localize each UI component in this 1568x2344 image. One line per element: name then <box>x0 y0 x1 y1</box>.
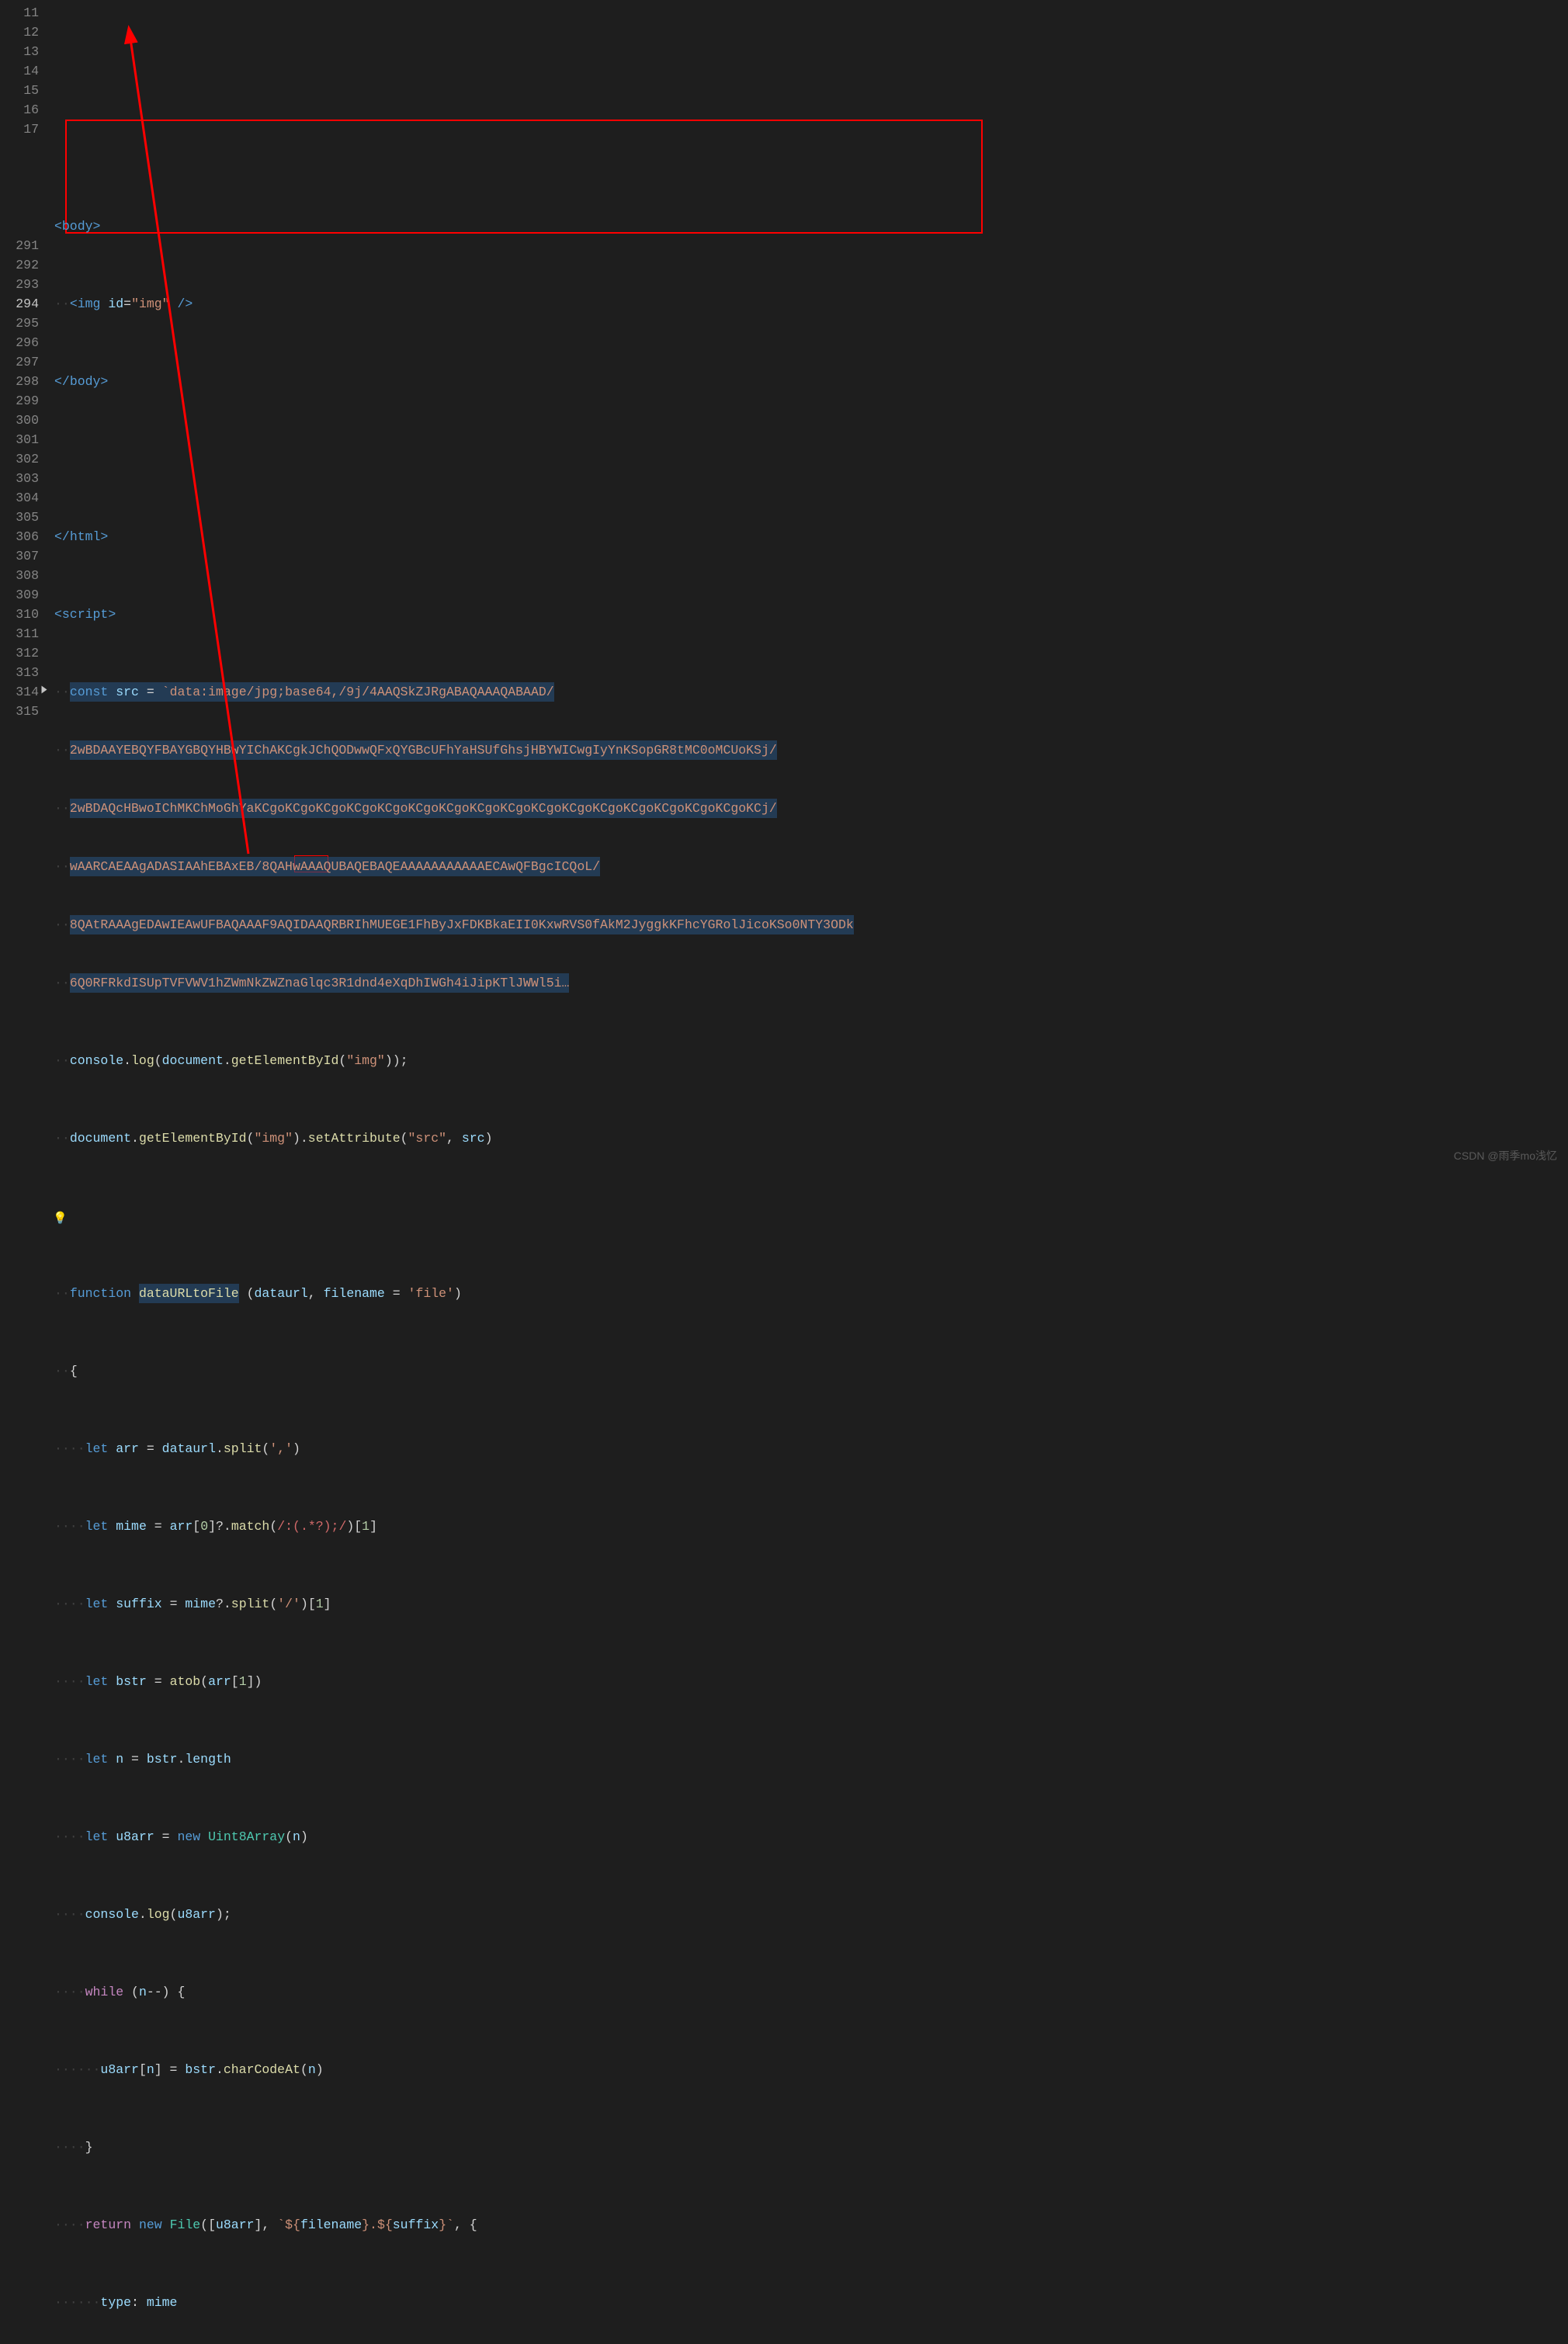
line-number: 291 <box>0 236 39 255</box>
line-number: 14 <box>0 61 39 81</box>
code-line[interactable] <box>54 449 1568 469</box>
line-number: 298 <box>0 372 39 391</box>
line-number-gutter: 11121314151617 29129229329429529629729829… <box>0 0 54 1172</box>
code-line[interactable]: </body> <box>54 372 1568 391</box>
line-number: 309 <box>0 585 39 605</box>
code-line[interactable]: ··2wBDAAYEBQYFBAYGBQYHBwYIChAKCgkJChQODw… <box>54 740 1568 760</box>
line-number: 303 <box>0 469 39 488</box>
code-line[interactable]: ··console.log(document.getElementById("i… <box>54 1051 1568 1070</box>
line-number: 297 <box>0 352 39 372</box>
line-number <box>0 217 39 236</box>
code-line[interactable]: ······type: mime <box>54 2293 1568 2312</box>
line-number: 310 <box>0 605 39 624</box>
line-number: 17 <box>0 120 39 139</box>
line-number: 313 <box>0 663 39 682</box>
fold-chevron-icon[interactable] <box>42 686 47 694</box>
line-number <box>0 139 39 158</box>
code-line[interactable]: ··wAARCAEAAgADASIAAhEBAxEB/8QAHwAAAQUBAQ… <box>54 857 1568 876</box>
line-number: 296 <box>0 333 39 352</box>
code-line[interactable]: <body> <box>54 217 1568 236</box>
line-number: 12 <box>0 23 39 42</box>
line-number: 300 <box>0 411 39 430</box>
code-line[interactable]: <script> <box>54 605 1568 624</box>
code-line[interactable]: ····let u8arr = new Uint8Array(n) <box>54 1827 1568 1846</box>
line-number: 306 <box>0 527 39 546</box>
line-number: 307 <box>0 546 39 566</box>
code-line[interactable]: ····let suffix = mime?.split('/')[1] <box>54 1594 1568 1614</box>
line-number: 292 <box>0 255 39 275</box>
line-number: 304 <box>0 488 39 508</box>
code-line[interactable]: ····let mime = arr[0]?.match(/:(.*?);/)[… <box>54 1517 1568 1536</box>
code-line[interactable]: ··{ <box>54 1361 1568 1381</box>
code-line[interactable]: ····console.log(u8arr); <box>54 1905 1568 1924</box>
code-line[interactable]: ····let bstr = atob(arr[1]) <box>54 1672 1568 1691</box>
line-number: 293 <box>0 275 39 294</box>
code-editor[interactable]: 11121314151617 29129229329429529629729829… <box>0 0 1568 1172</box>
code-line[interactable]: ····} <box>54 2138 1568 2157</box>
line-number: 295 <box>0 314 39 333</box>
line-number: 299 <box>0 391 39 411</box>
code-line[interactable]: ··function dataURLtoFile (dataurl, filen… <box>54 1284 1568 1303</box>
line-number: 16 <box>0 100 39 120</box>
code-line[interactable]: ····let arr = dataurl.split(',') <box>54 1439 1568 1458</box>
lightbulb-icon[interactable]: 💡 <box>53 1209 68 1229</box>
watermark: CSDN @雨季mo浅忆 <box>1454 1146 1557 1166</box>
code-area[interactable]: <body> ··<img id="img" /> </body> </html… <box>54 0 1568 1172</box>
code-line[interactable]: ····let n = bstr.length <box>54 1749 1568 1769</box>
line-number: 305 <box>0 508 39 527</box>
code-line[interactable]: ··8QAtRAAAgEDAwIEAwUFBAQAAAF9AQIDAAQRBRI… <box>54 915 1568 934</box>
code-line[interactable]: ··2wBDAQcHBwoIChMKChMoGhYaKCgoKCgoKCgoKC… <box>54 799 1568 818</box>
line-number: 312 <box>0 643 39 663</box>
line-number: 314 <box>0 682 39 702</box>
line-number: 302 <box>0 449 39 469</box>
line-number <box>0 158 39 178</box>
line-number: 11 <box>0 3 39 23</box>
line-number: 15 <box>0 81 39 100</box>
line-number: 13 <box>0 42 39 61</box>
code-line[interactable]: ··6Q0RFRkdISUpTVFVWV1hZWmNkZWZnaGlqc3R1d… <box>54 973 1568 993</box>
code-line[interactable]: ··const src = `data:image/jpg;base64,/9j… <box>54 682 1568 702</box>
line-number: 301 <box>0 430 39 449</box>
line-number: 315 <box>0 702 39 721</box>
code-line[interactable]: ······u8arr[n] = bstr.charCodeAt(n) <box>54 2060 1568 2079</box>
code-line[interactable]: </html> <box>54 527 1568 546</box>
line-number: 294 <box>0 294 39 314</box>
code-line[interactable]: 💡 <box>54 1206 1568 1226</box>
code-line[interactable]: ··<img id="img" /> <box>54 294 1568 314</box>
code-line[interactable]: ··document.getElementById("img").setAttr… <box>54 1129 1568 1148</box>
line-number <box>0 197 39 217</box>
line-number: 311 <box>0 624 39 643</box>
code-line[interactable]: ····return new File([u8arr], `${filename… <box>54 2215 1568 2235</box>
code-line[interactable]: ····while (n--) { <box>54 1982 1568 2002</box>
line-number <box>0 178 39 197</box>
line-number: 308 <box>0 566 39 585</box>
